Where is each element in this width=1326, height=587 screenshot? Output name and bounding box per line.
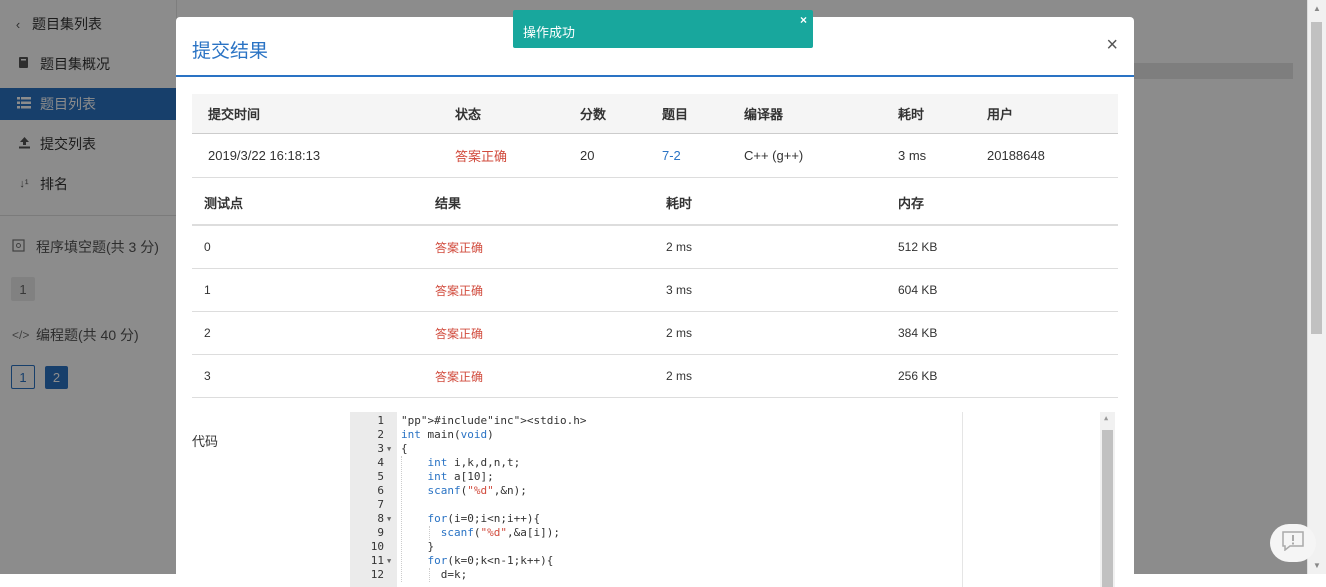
feedback-button[interactable] [1270,524,1316,562]
test-result: 答案正确 [435,240,484,255]
line-number: 7 [377,498,384,511]
code-line: int a[10]; [427,470,494,483]
code-editor[interactable]: 1 2 3 4 5 6 7 8 9 10 11 12 ▼ ▼ ▼ "pp">#i… [350,412,1117,587]
test-id: 3 [204,369,211,383]
test-id: 0 [204,240,211,254]
code-line: int main(void) [401,428,494,441]
test-memory: 256 KB [898,369,938,383]
status-badge: 答案正确 [455,149,508,164]
success-toast: 操作成功 × [513,10,813,48]
line-number: 6 [377,484,384,497]
column-header: 编译器 [744,107,784,122]
user-id: 20188648 [987,148,1045,163]
code-line: for(k=0;k<n-1;k++){ [427,554,554,567]
scrollbar-thumb[interactable] [1102,430,1113,587]
table-row: 2 答案正确 2 ms 384 KB [192,312,1118,355]
line-number-gutter: 1 2 3 4 5 6 7 8 9 10 11 12 ▼ ▼ ▼ [350,412,397,587]
code-line: scanf("%d",&a[i]); [440,526,560,539]
line-number: 11 [370,554,384,567]
test-memory: 604 KB [898,283,938,297]
line-number: 1 [377,414,384,427]
column-header: 耗时 [898,107,925,122]
line-number: 8 [377,512,384,525]
test-time: 2 ms [666,369,693,383]
print-margin [962,412,963,587]
test-memory: 384 KB [898,326,938,340]
elapsed-time: 3 ms [898,148,927,163]
page-scrollbar[interactable]: ▲ ▼ [1307,0,1326,574]
column-header: 题目 [662,107,689,122]
score: 20 [580,148,595,163]
column-header: 测试点 [204,195,244,211]
column-header: 内存 [898,195,925,211]
test-id: 2 [204,326,211,340]
scroll-up-icon[interactable]: ▲ [1313,4,1321,13]
submit-time: 2019/3/22 16:18:13 [208,148,321,163]
test-time: 2 ms [666,326,693,340]
scroll-down-icon[interactable]: ▼ [1313,561,1321,570]
table-header: 提交时间 状态 分数 题目 编译器 耗时 用户 [192,94,1118,134]
table-row: 3 答案正确 2 ms 256 KB [192,355,1118,398]
test-time: 2 ms [666,240,693,254]
table-header: 测试点 结果 耗时 内存 [192,180,1118,226]
test-result: 答案正确 [435,369,484,384]
column-header: 结果 [435,195,462,211]
test-time: 3 ms [666,283,693,297]
table-row: 1 答案正确 3 ms 604 KB [192,269,1118,312]
code-label: 代码 [192,434,219,449]
editor-scrollbar[interactable]: ▲ [1100,412,1115,587]
column-header: 状态 [455,107,482,122]
line-number: 10 [370,540,384,553]
fold-toggle-icon[interactable]: ▼ [387,554,391,568]
table-row: 2019/3/22 16:18:13 答案正确 20 7-2 C++ (g++)… [192,134,1118,178]
column-header: 耗时 [666,195,693,211]
line-number: 5 [377,470,384,483]
table-row: 0 答案正确 2 ms 512 KB [192,226,1118,269]
line-number: 12 [370,568,384,581]
submission-summary-table: 提交时间 状态 分数 题目 编译器 耗时 用户 2019/3/22 16:18:… [192,94,1118,178]
test-memory: 512 KB [898,240,938,254]
close-icon[interactable]: × [800,13,807,27]
code-line: { [401,442,408,455]
code-line: d=k; [401,568,468,581]
fold-toggle-icon[interactable]: ▼ [387,512,391,526]
fold-toggle-icon[interactable]: ▼ [387,442,391,456]
problem-link[interactable]: 7-2 [662,134,681,177]
test-result: 答案正确 [435,326,484,341]
scrollbar-thumb[interactable] [1311,22,1322,334]
test-cases-table: 测试点 结果 耗时 内存 0 答案正确 2 ms 512 KB 1 答案正确 3… [192,180,1118,398]
code-line: int i,k,d,n,t; [427,456,521,469]
column-header: 用户 [987,107,1014,122]
line-number: 9 [377,526,384,539]
code-line: } [401,540,435,553]
code-line: "pp">#include"inc"><stdio.h> [401,414,587,427]
dialog-title: 提交结果 [192,41,269,62]
line-number: 3 [377,442,384,455]
submission-result-dialog: 提交结果 × 提交时间 状态 分数 题目 编译器 耗时 用户 2019/3/22… [176,17,1134,587]
column-header: 提交时间 [208,107,261,122]
close-icon[interactable]: × [1106,35,1118,55]
code-line: scanf("%d",&n); [427,484,527,497]
code-line: for(i=0;i<n;i++){ [427,512,541,525]
column-header: 分数 [580,107,607,122]
scroll-up-icon[interactable]: ▲ [1104,414,1108,422]
compiler: C++ (g++) [744,148,804,163]
test-result: 答案正确 [435,283,484,298]
test-id: 1 [204,283,211,297]
line-number: 4 [377,456,384,469]
feedback-icon [1282,530,1304,556]
line-number: 2 [377,428,384,441]
toast-message: 操作成功 [523,25,576,40]
